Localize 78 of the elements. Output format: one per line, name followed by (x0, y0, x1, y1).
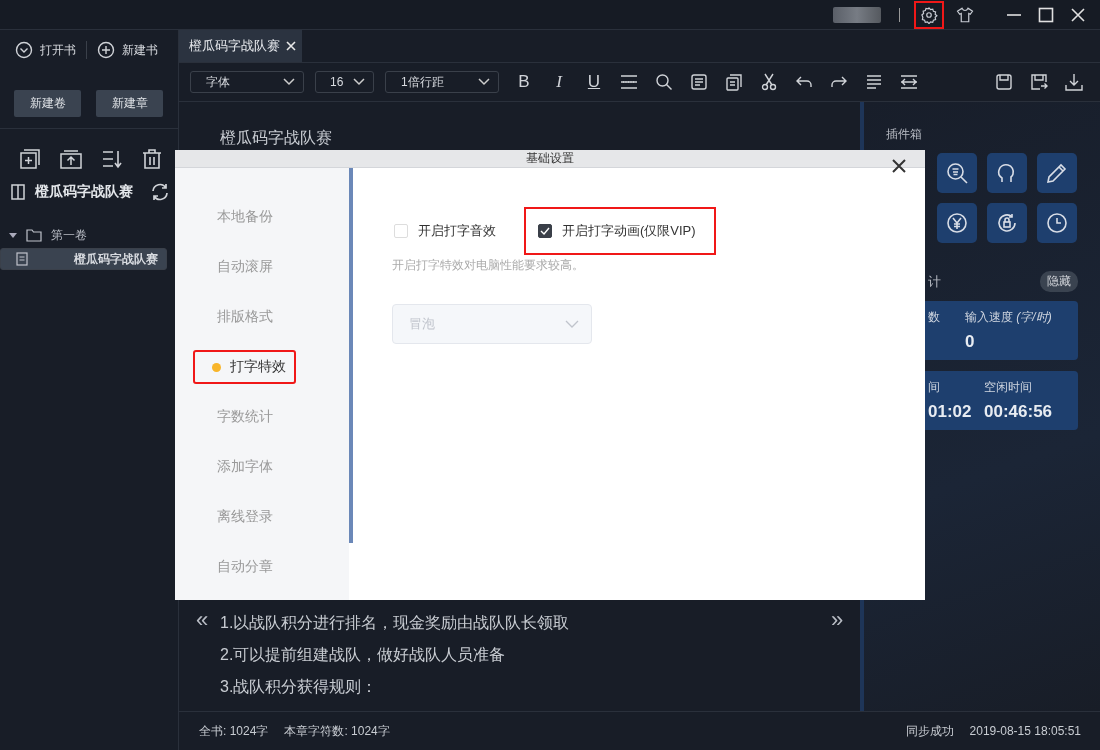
stat-value: 01:02 (928, 402, 973, 422)
stat-label: 数 (928, 309, 941, 326)
book-title: 橙瓜码字战队赛 (35, 183, 134, 201)
upload-box-icon[interactable] (59, 148, 83, 170)
chapter-title: 橙瓜码字战队赛 (219, 128, 333, 148)
chevron-icon (565, 320, 579, 328)
trash-icon[interactable] (141, 148, 163, 170)
checkbox-option[interactable]: 开启打字音效 (380, 207, 516, 255)
settings-button[interactable] (914, 0, 944, 29)
hide-button[interactable]: 隐藏 (1040, 271, 1078, 292)
pencil-icon[interactable] (1037, 153, 1077, 193)
settings-icon (920, 5, 938, 24)
next-button[interactable]: » (828, 609, 846, 631)
align-icon[interactable] (865, 73, 883, 91)
stat-label: 空闲时间 (984, 379, 1033, 396)
lines-icon[interactable] (620, 73, 638, 91)
previous-button[interactable]: « (193, 609, 211, 631)
head-icon[interactable] (987, 153, 1027, 193)
add-page-icon[interactable] (19, 148, 41, 170)
sort-icon[interactable] (101, 148, 123, 170)
save-icon[interactable] (995, 73, 1013, 91)
stat-value: 0 (965, 332, 976, 352)
download-icon[interactable] (1065, 73, 1083, 91)
open-book-button[interactable]: 打开书 (15, 41, 76, 59)
blurred-username (833, 6, 881, 23)
copy-icon[interactable] (725, 73, 743, 91)
save-as-icon[interactable] (1030, 73, 1048, 91)
tree-item[interactable]: 橙瓜码字战队赛 (0, 248, 167, 270)
section-title: 计 (928, 272, 941, 291)
search-icon[interactable] (655, 73, 673, 91)
checkbox[interactable] (538, 224, 552, 238)
plus-circle-icon (97, 41, 115, 59)
sync-status: 同步成功 (905, 722, 954, 740)
stat-value: 00:46:56 (984, 402, 1053, 422)
book-panel-icon (11, 184, 25, 200)
tree-folder[interactable]: 第一卷 (0, 222, 178, 248)
book-word-count: 全书: 1024字 (199, 722, 269, 740)
chapter-word-count: 本章字符数: 1024字 (284, 722, 390, 740)
sidebar-button[interactable]: 新建章 (96, 90, 163, 117)
new-book-button[interactable]: 新建书 (97, 41, 158, 59)
settings-nav-item[interactable]: 打字特效 (193, 350, 296, 384)
document-icon[interactable] (690, 73, 708, 91)
text-line: 2.可以提前组建战队，做好战队人员准备 (220, 645, 507, 665)
folder-icon (26, 228, 42, 242)
stat-label: 间 (928, 379, 941, 396)
chevron-icon (478, 78, 490, 86)
chevron-circle-icon (15, 41, 33, 59)
text-line: 1.以战队积分进行排名，现金奖励由战队队长领取 (220, 613, 571, 633)
stat-label: 输入速度 (字/时) (965, 309, 1052, 326)
indent-icon[interactable] (900, 73, 918, 91)
clock-icon[interactable] (1037, 203, 1077, 243)
timestamp: 2019-08-15 18:05:51 (969, 724, 1081, 738)
caret-icon[interactable] (9, 231, 17, 239)
font-size-dropdown[interactable]: 16 (315, 71, 374, 93)
active-dot-icon (212, 362, 221, 372)
close-icon[interactable] (892, 159, 906, 173)
maximize-icon[interactable] (1038, 6, 1054, 23)
document-icon (16, 252, 28, 266)
chevron-icon (283, 78, 295, 86)
magnifier-icon[interactable] (937, 153, 977, 193)
line-spacing-dropdown[interactable]: 1倍行距 (385, 71, 499, 93)
sidebar-button[interactable]: 新建卷 (14, 90, 81, 117)
chevron-icon (353, 78, 365, 86)
format-button[interactable]: U (585, 72, 603, 92)
dialog-title: 基础设置 (526, 150, 574, 167)
shirt-icon[interactable] (956, 5, 974, 24)
format-button[interactable]: B (515, 72, 533, 92)
lock-icon[interactable] (987, 203, 1027, 243)
panel-title: 插件箱 (885, 126, 923, 143)
hint-text: 开启打字特效对电脑性能要求较高。 (392, 257, 585, 274)
yen-icon[interactable] (937, 203, 977, 243)
text-line: 3.战队积分获得规则： (220, 677, 379, 697)
document-tab[interactable]: 橙瓜码字战队赛 (179, 30, 302, 62)
refresh-icon[interactable] (150, 182, 170, 202)
scissors-icon[interactable] (760, 73, 778, 91)
checkbox-option[interactable]: 开启打字动画(仅限VIP) (524, 207, 716, 255)
format-button[interactable]: I (550, 72, 568, 92)
font-dropdown[interactable]: 字体 (190, 71, 304, 93)
